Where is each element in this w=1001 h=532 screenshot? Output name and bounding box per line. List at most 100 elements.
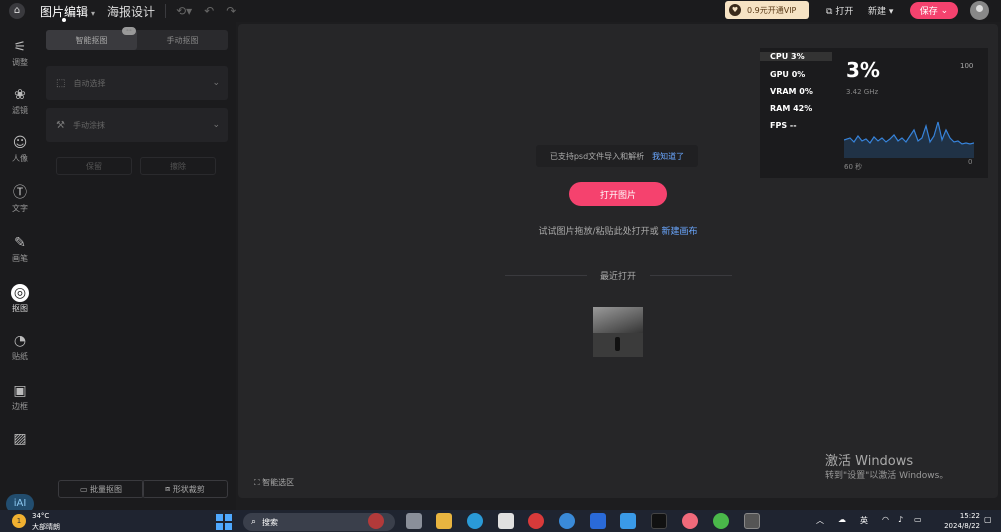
smart-select-icon: ⛶	[254, 478, 260, 487]
brush-icon: ✎	[14, 235, 26, 251]
open-image-button[interactable]: 打开图片	[569, 182, 667, 206]
activation-watermark-title: 激活 Windows	[825, 454, 914, 469]
history-icon[interactable]: ⟲▾	[176, 4, 192, 18]
battery-icon[interactable]: ▭	[914, 515, 922, 524]
home-icon: ⌂	[9, 3, 25, 19]
open-file-icon: ⧉	[826, 7, 833, 17]
taskbar-app-icon[interactable]	[368, 513, 384, 529]
keep-button[interactable]: 保留	[56, 157, 132, 175]
vip-heart-icon: ♥	[729, 4, 741, 16]
nav-filter[interactable]: ❀ 滤镜	[0, 86, 40, 116]
photos-icon[interactable]	[620, 513, 636, 529]
text-icon: Ⓣ	[13, 185, 27, 201]
nav-adjust[interactable]: ⚟ 调整	[0, 38, 40, 68]
edge-browser-icon[interactable]	[467, 513, 483, 529]
home-button[interactable]: ⌂	[6, 0, 28, 22]
perf-gpu: GPU 0%	[770, 70, 806, 79]
divider	[165, 4, 167, 18]
weather-sun-icon: 1	[12, 514, 26, 528]
tray-chevron-up-icon[interactable]: ︿	[816, 515, 824, 526]
tab-image-edit[interactable]: 图片编辑 ▾	[40, 3, 96, 22]
wechat-icon[interactable]	[713, 513, 729, 529]
windows-logo-icon	[216, 514, 223, 521]
activation-watermark-text: 转到"设置"以激活 Windows。	[825, 471, 949, 481]
nav-cutout[interactable]: ◎ 抠图	[0, 284, 40, 314]
chevron-down-icon: ⌄	[940, 5, 949, 16]
select-cursor-icon: ⬚	[56, 77, 66, 89]
sliders-icon: ⚟	[13, 39, 27, 55]
new-canvas-link[interactable]: 新建画布	[661, 227, 697, 237]
tray-cloud-icon[interactable]: ☁	[838, 515, 846, 524]
weather-widget[interactable]: 1 34°C 大部晴朗	[12, 512, 82, 532]
netease-music-icon[interactable]	[528, 513, 544, 529]
meitu-icon[interactable]	[682, 513, 698, 529]
perf-fps: FPS --	[770, 121, 797, 130]
feishu-icon[interactable]	[590, 513, 606, 529]
volume-icon[interactable]: ♪	[898, 515, 903, 524]
auto-select-section[interactable]: ⬚ 自动选择 ⌄	[46, 66, 228, 100]
perf-timespan: 60 秒	[844, 163, 863, 171]
weather-desc: 大部晴朗	[32, 523, 60, 531]
chevron-down-icon: ⌄	[212, 78, 220, 88]
perf-cpu-big: 3%	[846, 58, 880, 82]
perf-ram: RAM 42%	[770, 104, 813, 113]
performance-overlay: CPU 3% GPU 0% VRAM 0% RAM 42% FPS -- 3% …	[760, 48, 988, 178]
frame-icon: ▣	[13, 383, 27, 399]
chevron-down-icon: ▾	[91, 8, 96, 18]
cpu-graph	[844, 121, 974, 158]
undo-icon[interactable]: ↶	[204, 4, 214, 18]
nav-sticker[interactable]: ◔ 贴纸	[0, 332, 40, 362]
nav-portrait[interactable]: ☺ 人像	[0, 134, 40, 164]
notice-dismiss-link[interactable]: 我知道了	[652, 151, 684, 162]
nav-texture[interactable]: ▨	[0, 430, 40, 448]
notification-icon[interactable]: ▢	[984, 515, 992, 524]
nav-brush[interactable]: ✎ 画笔	[0, 234, 40, 264]
open-file-button[interactable]: ⧉ 打开	[826, 4, 853, 17]
store-icon[interactable]	[498, 513, 514, 529]
baidu-netdisk-icon[interactable]	[559, 513, 575, 529]
search-icon: ⌕	[251, 517, 257, 527]
tab-manual-cutout[interactable]: 手动抠图	[137, 30, 228, 50]
wifi-icon[interactable]: ◠	[882, 515, 889, 524]
crop-icon: ⧈	[165, 484, 171, 493]
taskbar-clock[interactable]: 15:22 2024/8/22	[938, 511, 980, 531]
avatar[interactable]	[970, 1, 989, 20]
chevron-down-icon: ⌄	[212, 120, 220, 130]
psd-notice: 已支持psd文件导入和解析 我知道了	[536, 145, 698, 167]
manual-paint-section[interactable]: ⚒ 手动涂抹 ⌄	[46, 108, 228, 142]
input-language[interactable]: 英	[860, 515, 868, 526]
divider	[650, 275, 732, 276]
perf-cpu: CPU 3%	[760, 52, 832, 61]
shape-crop-button[interactable]: ⧈ 形状裁剪	[142, 480, 228, 498]
cutout-mode-switch: 智能抠图 手动抠图	[46, 30, 228, 50]
filter-icon: ❀	[14, 87, 26, 103]
redo-icon[interactable]: ↷	[226, 4, 236, 18]
tiktok-icon[interactable]	[651, 513, 667, 529]
smart-select-button[interactable]: ⛶ 智能选区	[254, 477, 294, 488]
divider	[505, 275, 587, 276]
person-icon: ☺	[12, 135, 28, 151]
erase-button[interactable]: 擦除	[140, 157, 216, 175]
perf-min: 0	[968, 158, 973, 166]
active-tab-indicator	[62, 17, 66, 22]
task-view-icon[interactable]	[406, 513, 422, 529]
tab-poster-design[interactable]: 海报设计	[107, 3, 155, 20]
cutout-icon: ◎	[11, 284, 29, 302]
nav-text[interactable]: Ⓣ 文字	[0, 184, 40, 214]
new-button[interactable]: 新建 ▾	[868, 4, 893, 17]
recent-thumbnail[interactable]	[593, 307, 643, 357]
batch-icon: ▭	[79, 484, 88, 494]
vip-button[interactable]: ♥ 0.9元开通VIP	[725, 1, 809, 19]
left-nav: ⚟ 调整 ❀ 滤镜 ☺ 人像 Ⓣ 文字 ✎ 画笔 ◎ 抠图 ◔ 贴纸 ▣ 边框	[0, 22, 40, 514]
terminal-icon[interactable]	[744, 513, 760, 529]
perf-max: 100	[960, 62, 974, 70]
save-button[interactable]: 保存 ⌄	[910, 2, 958, 19]
nav-frame[interactable]: ▣ 边框	[0, 382, 40, 412]
file-explorer-icon[interactable]	[436, 513, 452, 529]
texture-icon: ▨	[13, 431, 27, 447]
start-button[interactable]	[216, 514, 232, 530]
perf-ghz: 3.42 GHz	[846, 88, 879, 96]
chevron-down-icon: ▾	[888, 7, 894, 17]
batch-cutout-button[interactable]: ▭ 批量抠图	[58, 480, 144, 498]
app-window: ⌂ 图片编辑 ▾ 海报设计 ⟲▾ ↶ ↷ ♥ 0.9元开通VIP ⧉ 打开 新建 …	[0, 0, 1001, 514]
